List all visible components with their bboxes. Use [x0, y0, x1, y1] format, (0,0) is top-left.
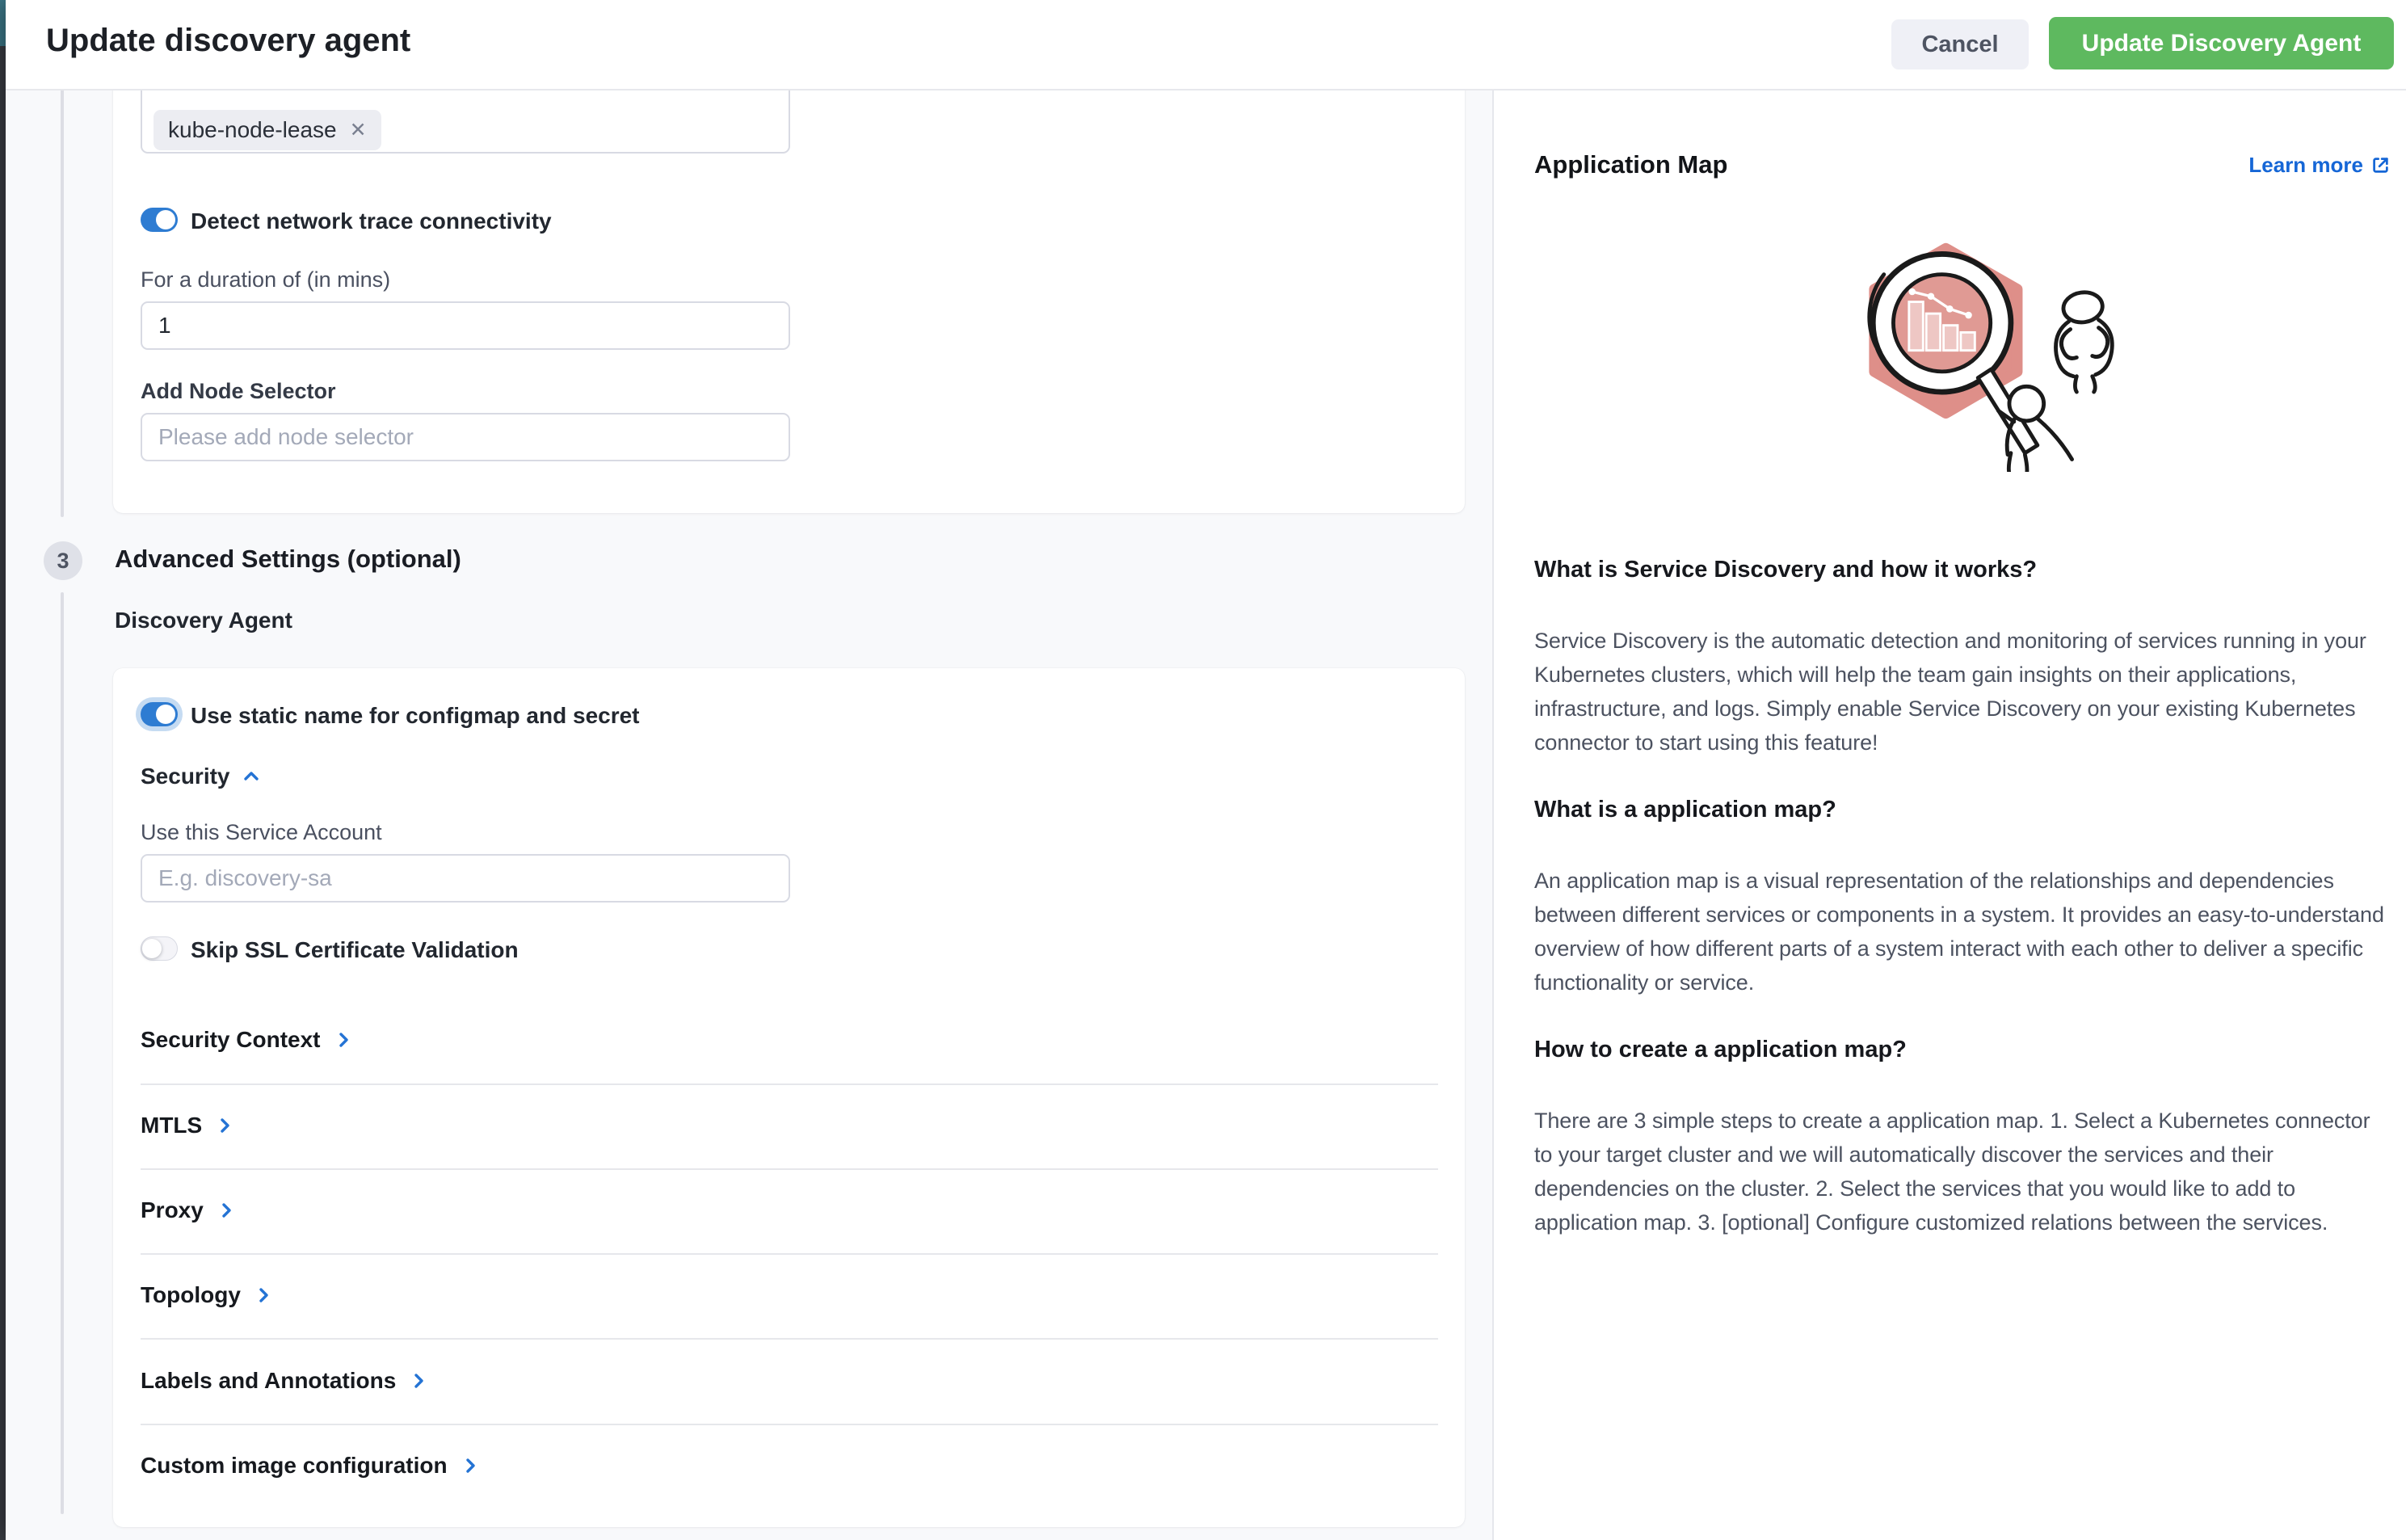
chevron-up-icon — [242, 767, 261, 786]
row-divider — [141, 1083, 1438, 1085]
static-name-toggle[interactable] — [141, 702, 178, 726]
security-section-label: Security — [141, 764, 230, 789]
detect-network-trace-label: Detect network trace connectivity — [191, 208, 552, 234]
section-body: An application map is a visual represent… — [1534, 864, 2389, 999]
chevron-right-icon — [409, 1371, 428, 1391]
learn-more-label: Learn more — [2248, 153, 2363, 178]
underlying-page-edge — [0, 0, 6, 1540]
row-label: MTLS — [141, 1113, 202, 1138]
underlying-page-header-edge — [0, 0, 6, 46]
step-title: Advanced Settings (optional) — [115, 545, 461, 574]
detect-network-trace-toggle[interactable] — [141, 208, 178, 232]
chevron-right-icon — [217, 1201, 236, 1220]
remove-tag-icon[interactable]: ✕ — [350, 120, 367, 141]
namespace-tag-label: kube-node-lease — [168, 117, 337, 143]
step-subtitle: Discovery Agent — [115, 608, 292, 633]
advanced-settings-card: Use static name for configmap and secret… — [113, 668, 1465, 1527]
row-labels-annotations[interactable]: Labels and Annotations — [141, 1368, 428, 1394]
toggle-knob — [142, 939, 162, 958]
step-number-badge: 3 — [44, 541, 82, 580]
node-selector-placeholder: Please add node selector — [158, 424, 414, 450]
chevron-right-icon — [334, 1030, 353, 1050]
duration-input[interactable]: 1 — [141, 301, 790, 350]
namespace-tag[interactable]: kube-node-lease ✕ — [154, 110, 381, 150]
node-selector-label: Add Node Selector — [141, 379, 336, 404]
step-connector-line-lower — [61, 592, 64, 1514]
service-account-input[interactable]: E.g. discovery-sa — [141, 854, 790, 903]
figure-standing — [2056, 290, 2113, 392]
discovery-settings-card: kube-node-lease ✕ Detect network trace c… — [113, 44, 1465, 513]
update-discovery-agent-button[interactable]: Update Discovery Agent — [2049, 17, 2394, 69]
section-heading: How to create a application map? — [1534, 1037, 2391, 1063]
service-account-placeholder: E.g. discovery-sa — [158, 865, 332, 891]
row-divider — [141, 1424, 1438, 1425]
duration-label: For a duration of (in mins) — [141, 267, 390, 292]
external-link-icon — [2370, 154, 2391, 176]
cancel-button[interactable]: Cancel — [1891, 19, 2029, 69]
row-divider — [141, 1168, 1438, 1170]
row-custom-image-configuration[interactable]: Custom image configuration — [141, 1453, 480, 1479]
skip-ssl-toggle[interactable] — [141, 936, 178, 961]
section-body: Service Discovery is the automatic detec… — [1534, 624, 2389, 759]
security-section-header[interactable]: Security — [141, 764, 261, 789]
row-label: Topology — [141, 1282, 241, 1308]
row-divider — [141, 1338, 1438, 1340]
service-account-label: Use this Service Account — [141, 820, 382, 845]
page-title: Update discovery agent — [46, 23, 410, 59]
chevron-right-icon — [254, 1285, 273, 1305]
row-label: Proxy — [141, 1197, 204, 1223]
toggle-knob — [156, 705, 175, 724]
row-proxy[interactable]: Proxy — [141, 1197, 236, 1223]
row-mtls[interactable]: MTLS — [141, 1113, 234, 1138]
learn-more-link[interactable]: Learn more — [2248, 153, 2391, 178]
step-connector-line-upper — [61, 89, 64, 517]
node-selector-input[interactable]: Please add node selector — [141, 413, 790, 461]
chevron-right-icon — [461, 1456, 480, 1475]
row-label: Security Context — [141, 1027, 321, 1053]
row-label: Labels and Annotations — [141, 1368, 396, 1394]
panel-title: Application Map — [1534, 150, 1727, 179]
section-body: There are 3 simple steps to create a app… — [1534, 1104, 2389, 1239]
chevron-right-icon — [215, 1116, 234, 1135]
row-divider — [141, 1253, 1438, 1255]
section-heading: What is a application map? — [1534, 797, 2391, 823]
row-security-context[interactable]: Security Context — [141, 1027, 353, 1053]
figure-holding-handle — [1998, 386, 2072, 472]
application-map-info-panel: Application Map Learn more — [1492, 89, 2406, 1540]
row-label: Custom image configuration — [141, 1453, 448, 1479]
section-heading: What is Service Discovery and how it wor… — [1534, 557, 2391, 583]
drawer-header: Update discovery agent Cancel Update Dis… — [6, 0, 2406, 90]
toggle-knob — [156, 210, 175, 229]
skip-ssl-label: Skip SSL Certificate Validation — [191, 937, 519, 963]
application-map-illustration — [1819, 213, 2198, 472]
static-name-label: Use static name for configmap and secret — [191, 703, 640, 729]
row-topology[interactable]: Topology — [141, 1282, 273, 1308]
duration-value: 1 — [158, 313, 171, 339]
update-discovery-agent-drawer: 3 Advanced Settings (optional) Discovery… — [6, 0, 2406, 1540]
